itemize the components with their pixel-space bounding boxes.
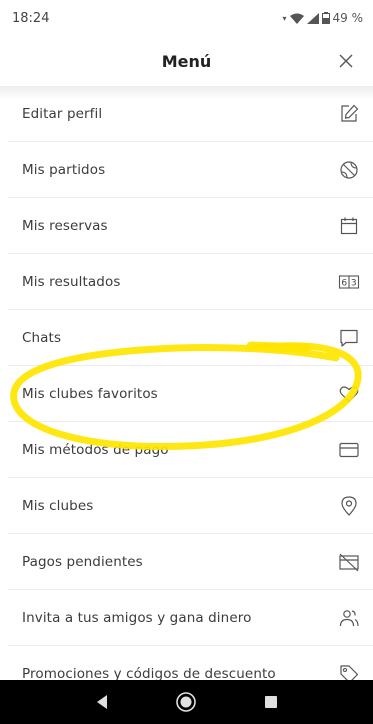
signal-icon	[306, 12, 319, 24]
chat-icon	[337, 326, 361, 350]
menu-item-label: Mis reservas	[22, 217, 108, 234]
menu-header: Menú	[0, 36, 373, 86]
menu-item-mis-resultados[interactable]: Mis resultados 6 3	[8, 254, 373, 310]
menu-item-mis-clubes-favoritos[interactable]: Mis clubes favoritos	[8, 366, 373, 422]
menu-item-mis-clubes[interactable]: Mis clubes	[8, 478, 373, 534]
location-pin-icon	[337, 494, 361, 518]
back-button[interactable]	[88, 688, 116, 716]
menu-item-mis-reservas[interactable]: Mis reservas	[8, 198, 373, 254]
recents-button[interactable]	[257, 688, 285, 716]
menu-item-label: Pagos pendientes	[22, 553, 143, 570]
menu-item-label: Mis métodos de pago	[22, 441, 169, 458]
home-icon	[176, 692, 197, 712]
menu-item-label: Editar perfil	[22, 105, 103, 122]
invite-friends-icon	[337, 606, 361, 630]
status-bar: 18:24 ▾ 49 %	[0, 0, 373, 36]
battery-level: 49 %	[332, 11, 364, 25]
score-right: 3	[351, 278, 357, 288]
wifi-icon	[289, 13, 304, 24]
menu-item-mis-partidos[interactable]: Mis partidos	[8, 142, 373, 198]
status-icons: ▾ 49 %	[282, 11, 363, 25]
close-icon	[339, 54, 353, 68]
score-left: 6	[341, 278, 347, 288]
menu-item-pagos-pendientes[interactable]: Pagos pendientes	[8, 534, 373, 590]
recents-icon	[264, 696, 277, 708]
heart-icon	[337, 382, 361, 406]
menu-item-invita-amigos[interactable]: Invita a tus amigos y gana dinero	[8, 590, 373, 646]
back-icon	[97, 695, 108, 709]
scoreboard-icon: 6 3	[337, 270, 361, 294]
menu-item-label: Mis resultados	[22, 273, 121, 290]
menu-item-label: Chats	[22, 329, 62, 346]
notification-dot-icon: ▾	[282, 13, 287, 23]
menu-item-chats[interactable]: Chats	[8, 310, 373, 366]
calendar-icon	[337, 214, 361, 238]
menu-item-label: Mis clubes favoritos	[22, 385, 158, 402]
status-time: 18:24	[12, 10, 50, 26]
menu-item-label: Mis partidos	[22, 161, 106, 178]
page-title: Menú	[161, 51, 212, 71]
menu-item-promociones[interactable]: Promociones y códigos de descuento	[8, 646, 373, 680]
menu-item-label: Invita a tus amigos y gana dinero	[22, 609, 252, 626]
menu-item-label: Promociones y códigos de descuento	[22, 666, 276, 680]
menu-item-editar-perfil[interactable]: Editar perfil	[8, 86, 373, 142]
tag-icon	[337, 662, 361, 680]
menu-list: Editar perfil Mis partidos Mis reservas …	[8, 86, 373, 680]
home-button[interactable]	[172, 688, 200, 716]
tennis-ball-icon	[337, 158, 361, 182]
battery-icon	[321, 12, 330, 24]
close-button[interactable]	[333, 48, 359, 74]
edit-icon	[337, 102, 361, 126]
menu-item-label: Mis clubes	[22, 497, 94, 514]
card-off-icon	[337, 550, 361, 574]
navigation-bar	[0, 680, 373, 724]
credit-card-icon	[337, 438, 361, 462]
menu-item-mis-metodos-de-pago[interactable]: Mis métodos de pago	[8, 422, 373, 478]
